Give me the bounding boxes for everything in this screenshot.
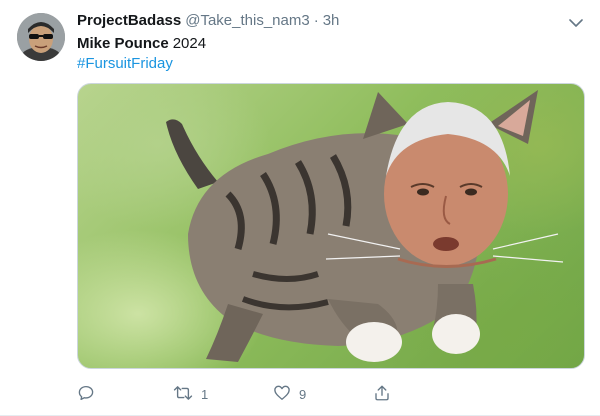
retweet-count: 1 (201, 386, 209, 402)
separator-dot: · (313, 12, 319, 29)
reply-button[interactable] (77, 380, 103, 408)
tweet-header: ProjectBadass @Take_this_nam3 · 3h (77, 12, 339, 32)
like-icon[interactable] (273, 384, 291, 404)
retweet-button[interactable]: 1 (173, 380, 208, 408)
retweet-icon[interactable] (173, 384, 193, 405)
avatar[interactable] (17, 13, 65, 61)
reply-icon[interactable] (77, 384, 95, 405)
like-button[interactable]: 9 (273, 380, 306, 408)
like-count: 9 (299, 386, 307, 402)
tweet-text: Mike Pounce 2024 #FursuitFriday (77, 34, 206, 74)
tweet[interactable]: ProjectBadass @Take_this_nam3 · 3h Mike … (0, 0, 600, 416)
tweet-media-image[interactable] (77, 83, 585, 369)
chevron-down-icon[interactable] (566, 14, 586, 32)
tweet-actions: 1 9 (77, 380, 407, 408)
tweet-text-bold: Mike Pounce (77, 35, 169, 52)
hashtag-link[interactable]: #FursuitFriday (77, 54, 206, 74)
user-handle[interactable]: @Take_this_nam3 (185, 12, 309, 29)
tweet-text-rest: 2024 (172, 35, 207, 52)
timestamp[interactable]: 3h (323, 12, 340, 29)
display-name[interactable]: ProjectBadass (77, 12, 181, 29)
share-button[interactable] (373, 380, 391, 408)
share-icon[interactable] (373, 384, 391, 405)
media-illustration (166, 90, 564, 362)
